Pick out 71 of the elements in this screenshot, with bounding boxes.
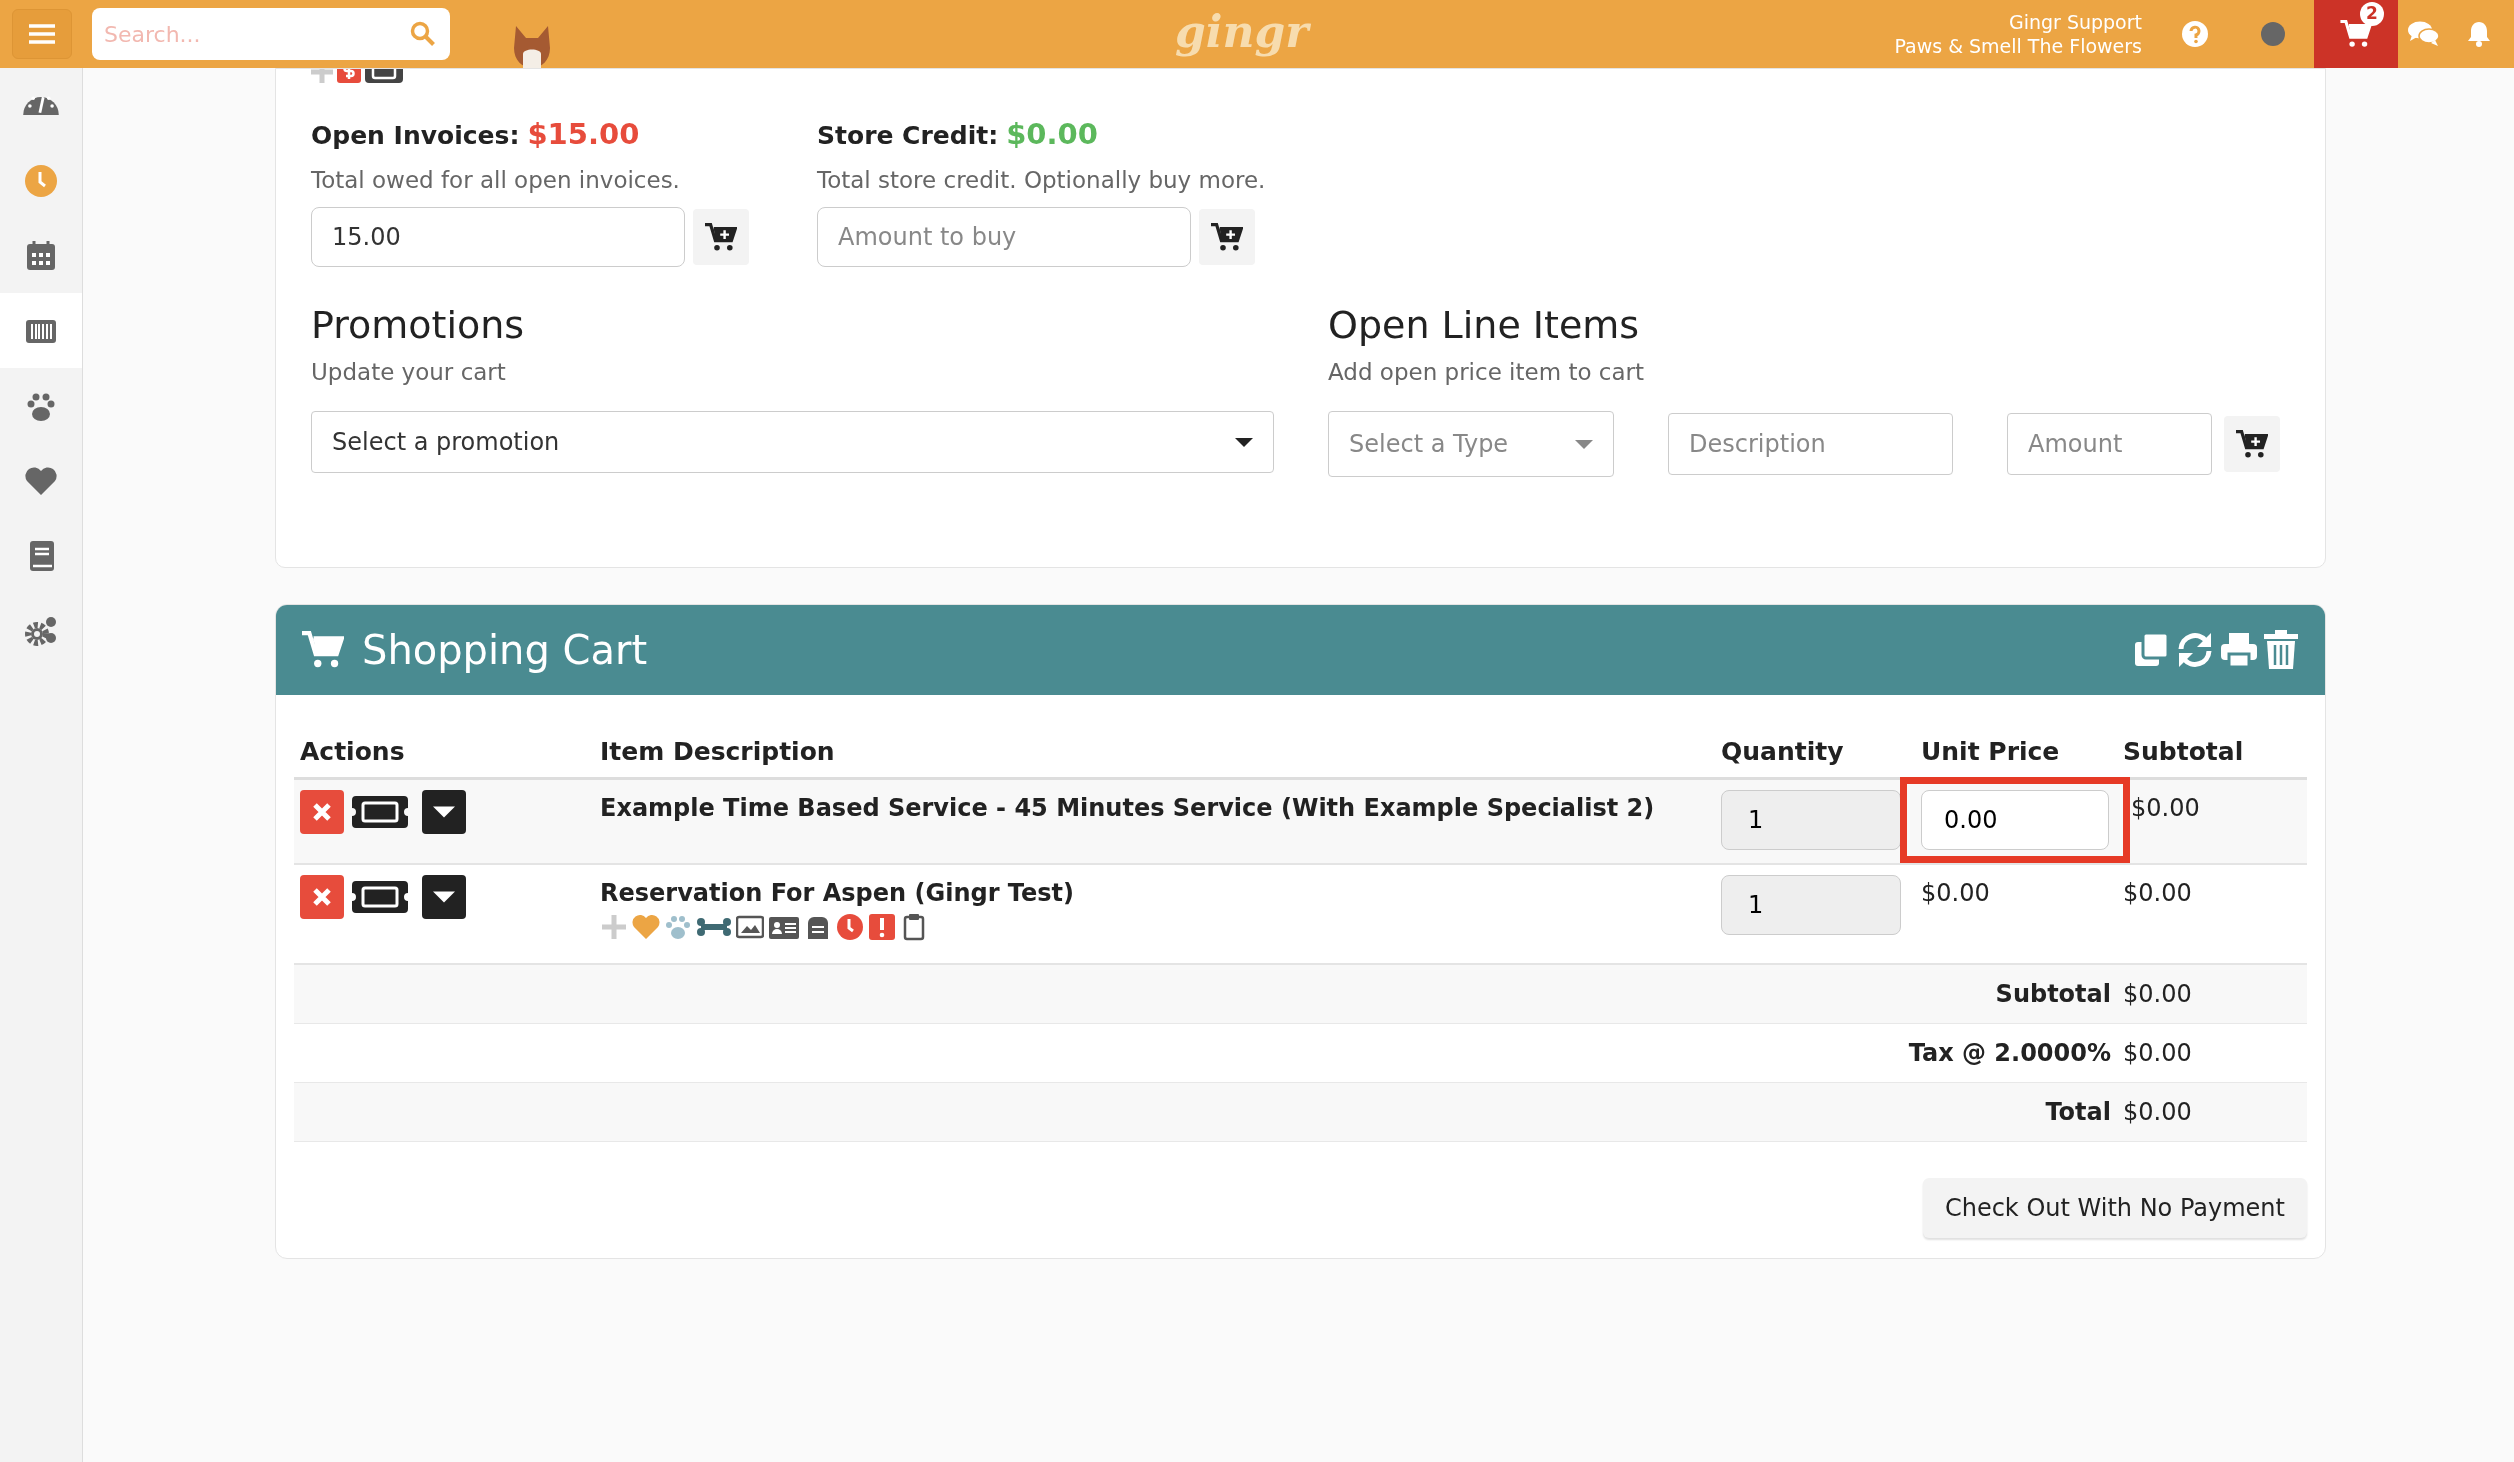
total-label: Tax @ 2.0000% xyxy=(1908,1039,2111,1068)
delete-button[interactable] xyxy=(300,875,344,920)
section-subtitle: Update your cart xyxy=(311,357,507,387)
ticket-icon xyxy=(352,879,408,916)
delete-button[interactable] xyxy=(300,789,344,834)
heart-icon xyxy=(632,913,660,942)
caret-icon xyxy=(433,805,455,818)
close-icon xyxy=(312,887,332,908)
store-credit-amount: $0.00 xyxy=(1006,116,1098,153)
unit-price-field[interactable]: 0.00 xyxy=(1921,789,2109,850)
user-name: Gingr Support xyxy=(2007,10,2142,34)
column-header: Unit Price xyxy=(1921,737,2060,767)
unit-price: $0.00 xyxy=(1921,879,1990,908)
logo: gingr xyxy=(1175,5,1309,59)
total-label: Total xyxy=(2045,1098,2111,1127)
sidebar-item[interactable] xyxy=(0,293,82,368)
cart-plus-icon xyxy=(302,631,344,669)
close-icon xyxy=(312,801,332,822)
cart-plus-icon xyxy=(705,222,737,252)
caret-icon xyxy=(1235,437,1253,447)
amount-field[interactable]: Amount xyxy=(2007,413,2212,476)
trash-icon[interactable] xyxy=(2263,630,2299,671)
add-to-cart-button[interactable] xyxy=(1199,209,1255,265)
description-text: Total store credit. Optionally buy more. xyxy=(817,165,1266,195)
item-description: Example Time Based Service - 45 Minutes Service (With Example Specialist 2) xyxy=(600,792,1656,824)
total-value: $0.00 xyxy=(2123,1098,2192,1127)
dropdown-button[interactable] xyxy=(422,789,466,834)
cart-button[interactable]: 2 xyxy=(2314,0,2398,68)
column-header: Actions xyxy=(300,737,405,767)
status-dot-icon[interactable] xyxy=(2260,21,2286,47)
total-value: $0.00 xyxy=(2123,1039,2192,1068)
menu-icon xyxy=(29,23,55,45)
search-field[interactable]: Search... xyxy=(92,8,450,60)
alert-icon xyxy=(868,913,896,942)
total-label: Subtotal xyxy=(1995,980,2111,1009)
store-credit-label: Store Credit: xyxy=(817,120,999,152)
section-title: Promotions xyxy=(311,303,526,349)
ticket-icon xyxy=(352,793,408,830)
amount-field[interactable]: Amount to buy xyxy=(817,207,1191,267)
column-header: Item Description xyxy=(600,737,835,767)
cart-icon xyxy=(2340,20,2372,48)
description-text: Total owed for all open invoices. xyxy=(311,165,681,195)
caret-icon xyxy=(1575,439,1593,449)
caret-icon xyxy=(433,891,455,904)
subtotal: $0.00 xyxy=(2131,793,2200,822)
cart-plus-icon xyxy=(1211,222,1243,252)
cart-count-badge: 2 xyxy=(2360,2,2384,26)
checkout-button[interactable]: Check Out With No Payment xyxy=(1922,1178,2307,1239)
clock-icon xyxy=(836,913,864,942)
search-icon xyxy=(410,21,436,47)
open-invoices-amount: $15.00 xyxy=(527,116,640,153)
open-invoices-label: Open Invoices: xyxy=(311,120,520,152)
column-header: Quantity xyxy=(1721,737,1844,767)
add-to-cart-button[interactable] xyxy=(693,209,749,265)
plus-icon xyxy=(600,913,628,942)
description-field[interactable]: Description xyxy=(1668,413,1953,476)
dropdown-button[interactable] xyxy=(422,875,466,920)
amount-field[interactable]: 15.00 xyxy=(311,207,685,267)
add-to-cart-button[interactable] xyxy=(2224,416,2280,473)
promotion-select[interactable]: Select a promotion xyxy=(311,411,1274,474)
total-value: $0.00 xyxy=(2123,980,2192,1009)
cart-plus-icon xyxy=(2236,429,2268,459)
cart-title: Shopping Cart xyxy=(362,626,648,676)
subtotal: $0.00 xyxy=(2123,879,2192,908)
type-select[interactable]: Select a Type xyxy=(1328,411,1614,478)
location-name: Paws & Smell The Flowers xyxy=(1894,34,2142,58)
item-description: Reservation For Aspen (Gingr Test) xyxy=(600,878,1076,910)
section-title: Open Line Items xyxy=(1328,303,1641,349)
column-header: Subtotal xyxy=(2123,737,2244,767)
section-subtitle: Add open price item to cart xyxy=(1328,357,1645,387)
paw-icon xyxy=(664,913,692,942)
